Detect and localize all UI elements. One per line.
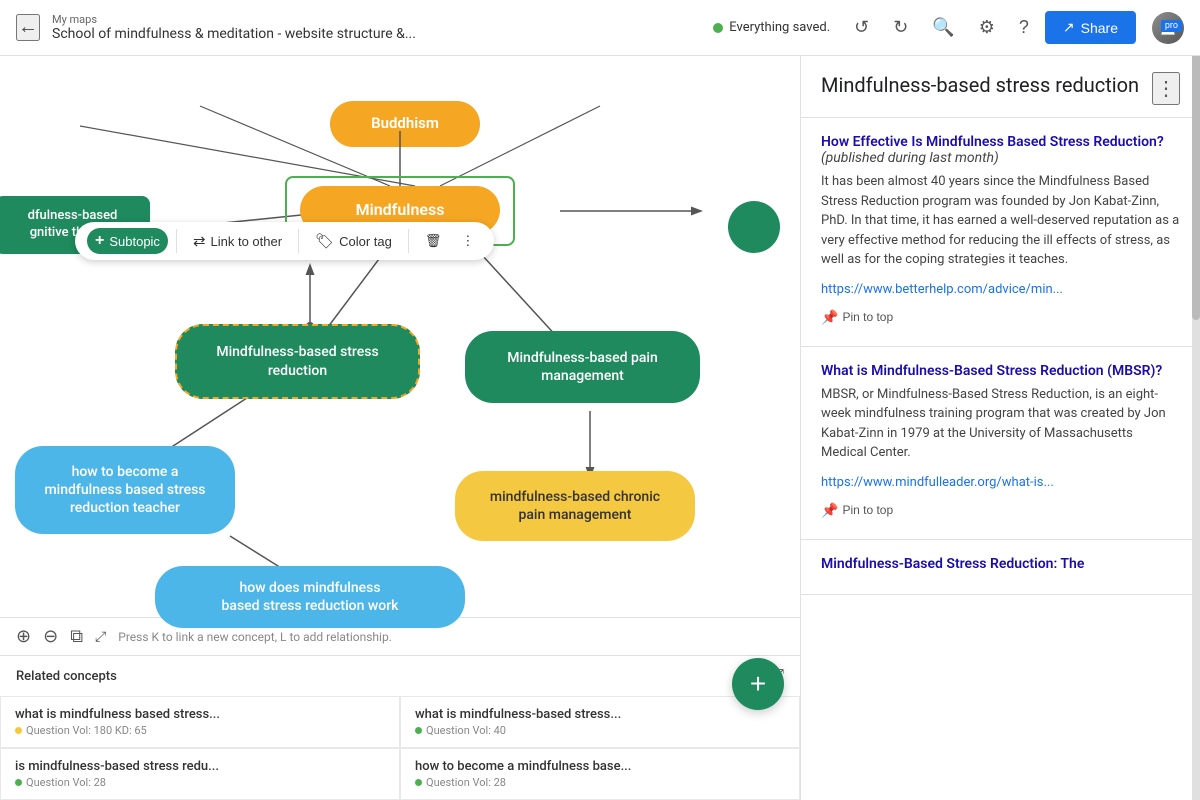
- pro-badge: pro: [1161, 20, 1182, 32]
- article-body-0: It has been almost 40 years since the Mi…: [821, 172, 1180, 270]
- fit-button[interactable]: ⤢: [95, 628, 106, 645]
- related-item-meta-3: Question Vol: 28: [415, 776, 785, 789]
- zoom-in-button[interactable]: ⊕: [16, 626, 31, 647]
- redo-button[interactable]: ↻: [885, 9, 916, 46]
- share-icon: ↗: [1063, 19, 1075, 36]
- more-button[interactable]: ⋮: [453, 229, 482, 253]
- settings-button[interactable]: ⚙: [971, 9, 1003, 46]
- right-panel-title: Mindfulness-based stress reduction: [821, 72, 1152, 98]
- related-item-meta-1: Question Vol: 40: [415, 724, 785, 737]
- node-chronic[interactable]: mindfulness-based chronic pain managemen…: [455, 471, 695, 541]
- link-button[interactable]: ⇄ Link to other: [185, 228, 290, 254]
- panel-menu-button[interactable]: ⋮: [1152, 72, 1180, 105]
- more-icon: ⋮: [461, 233, 474, 249]
- right-panel-header: Mindfulness-based stress reduction ⋮: [801, 56, 1200, 118]
- copy-button[interactable]: ⧉: [70, 626, 83, 647]
- pin-icon-1: 📌: [821, 502, 838, 519]
- tag-icon: 🏷: [315, 232, 334, 250]
- scrollbar[interactable]: [1192, 56, 1200, 800]
- share-label: Share: [1081, 20, 1118, 36]
- subtopic-button[interactable]: + Subtopic: [87, 228, 168, 254]
- delete-button[interactable]: 🗑: [417, 229, 450, 253]
- color-button[interactable]: 🏷 Color tag: [307, 228, 400, 254]
- node-work[interactable]: how does mindfulness based stress reduct…: [155, 566, 465, 628]
- article-title-0: How Effective Is Mindfulness Based Stres…: [821, 134, 1180, 166]
- related-item-title-3: how to become a mindfulness base...: [415, 759, 785, 774]
- related-section: Related concepts ⚗ ⤢ what is mindfulness…: [0, 655, 800, 800]
- related-item-title-2: is mindfulness-based stress redu...: [15, 759, 385, 774]
- meta-dot-1: [415, 727, 422, 734]
- related-grid: what is mindfulness based stress... Ques…: [0, 696, 800, 800]
- map-bottom-bar: ⊕ ⊖ ⧉ ⤢ Press K to link a new concept, L…: [0, 617, 800, 800]
- related-item-meta-2: Question Vol: 28: [15, 776, 385, 789]
- pin-button-1[interactable]: 📌 Pin to top: [821, 498, 893, 523]
- color-label: Color tag: [339, 234, 392, 249]
- toolbar-divider-3: [408, 229, 409, 253]
- link-icon: ⇄: [193, 232, 206, 250]
- add-button[interactable]: +: [732, 658, 784, 710]
- node-buddhism[interactable]: Buddhism: [330, 101, 480, 147]
- status-text: Everything saved.: [729, 20, 830, 35]
- related-title: Related concepts: [16, 669, 117, 684]
- delete-icon: 🗑: [425, 233, 442, 249]
- save-status: Everything saved.: [713, 20, 830, 35]
- related-item-title-1: what is mindfulness-based stress...: [415, 707, 785, 722]
- node-teacher[interactable]: how to become a mindfulness based stress…: [15, 446, 235, 534]
- article-link-1[interactable]: https://www.mindfulleader.org/what-is...: [821, 475, 1054, 490]
- map-hint: Press K to link a new concept, L to add …: [118, 630, 392, 644]
- main-layout: + Subtopic ⇄ Link to other 🏷 Color tag 🗑…: [0, 56, 1200, 800]
- article-item-1: What is Mindfulness-Based Stress Reducti…: [801, 347, 1200, 540]
- zoom-out-button[interactable]: ⊖: [43, 626, 58, 647]
- header-actions: ↺ ↻ 🔍 ⚙ ? ↗ Share pro: [846, 9, 1184, 46]
- search-button[interactable]: 🔍: [924, 9, 962, 46]
- node-toolbar: + Subtopic ⇄ Link to other 🏷 Color tag 🗑…: [75, 222, 494, 260]
- avatar-wrapper: pro: [1144, 12, 1184, 44]
- share-button[interactable]: ↗ Share: [1045, 11, 1136, 44]
- subtopic-label: Subtopic: [109, 234, 160, 249]
- meta-dot-3: [415, 779, 422, 786]
- breadcrumb: My maps: [52, 13, 713, 26]
- related-item-meta-0: Question Vol: 180 KD: 65: [15, 724, 385, 737]
- right-panel: Mindfulness-based stress reduction ⋮ How…: [800, 56, 1200, 800]
- pin-button-0[interactable]: 📌 Pin to top: [821, 305, 893, 330]
- toolbar-divider-1: [176, 229, 177, 253]
- node-mbsr[interactable]: Mindfulness-based stress reduction: [175, 324, 420, 399]
- article-title-1: What is Mindfulness-Based Stress Reducti…: [821, 363, 1180, 379]
- app-header: ← My maps School of mindfulness & medita…: [0, 0, 1200, 56]
- toolbar-divider-2: [298, 229, 299, 253]
- article-item-2: Mindfulness-Based Stress Reduction: The: [801, 540, 1200, 595]
- plus-icon: +: [95, 232, 104, 250]
- related-item-2[interactable]: is mindfulness-based stress redu... Ques…: [0, 748, 400, 800]
- back-button[interactable]: ←: [16, 14, 40, 41]
- article-link-0[interactable]: https://www.betterhelp.com/advice/min...: [821, 282, 1063, 297]
- meta-dot-2: [15, 779, 22, 786]
- status-dot: [713, 23, 723, 33]
- scrollbar-thumb[interactable]: [1192, 56, 1200, 320]
- related-item-title-0: what is mindfulness based stress...: [15, 707, 385, 722]
- meta-dot-0: [15, 727, 22, 734]
- article-title-2: Mindfulness-Based Stress Reduction: The: [821, 556, 1180, 572]
- article-body-1: MBSR, or Mindfulness-Based Stress Reduct…: [821, 385, 1180, 463]
- link-label: Link to other: [211, 234, 283, 249]
- related-header: Related concepts ⚗ ⤢: [0, 656, 800, 696]
- node-pain[interactable]: Mindfulness-based pain management: [465, 331, 700, 403]
- related-item-1[interactable]: what is mindfulness-based stress... Ques…: [400, 696, 800, 748]
- help-button[interactable]: ?: [1011, 9, 1037, 46]
- undo-button[interactable]: ↺: [846, 9, 877, 46]
- related-item-3[interactable]: how to become a mindfulness base... Ques…: [400, 748, 800, 800]
- header-title-block: My maps School of mindfulness & meditati…: [52, 13, 713, 42]
- map-area[interactable]: + Subtopic ⇄ Link to other 🏷 Color tag 🗑…: [0, 56, 800, 800]
- page-title: School of mindfulness & meditation - web…: [52, 26, 432, 42]
- pin-icon-0: 📌: [821, 309, 838, 326]
- article-item-0: How Effective Is Mindfulness Based Stres…: [801, 118, 1200, 347]
- right-panel-content: How Effective Is Mindfulness Based Stres…: [801, 118, 1200, 800]
- related-item-0[interactable]: what is mindfulness based stress... Ques…: [0, 696, 400, 748]
- node-right-circle[interactable]: [728, 201, 780, 253]
